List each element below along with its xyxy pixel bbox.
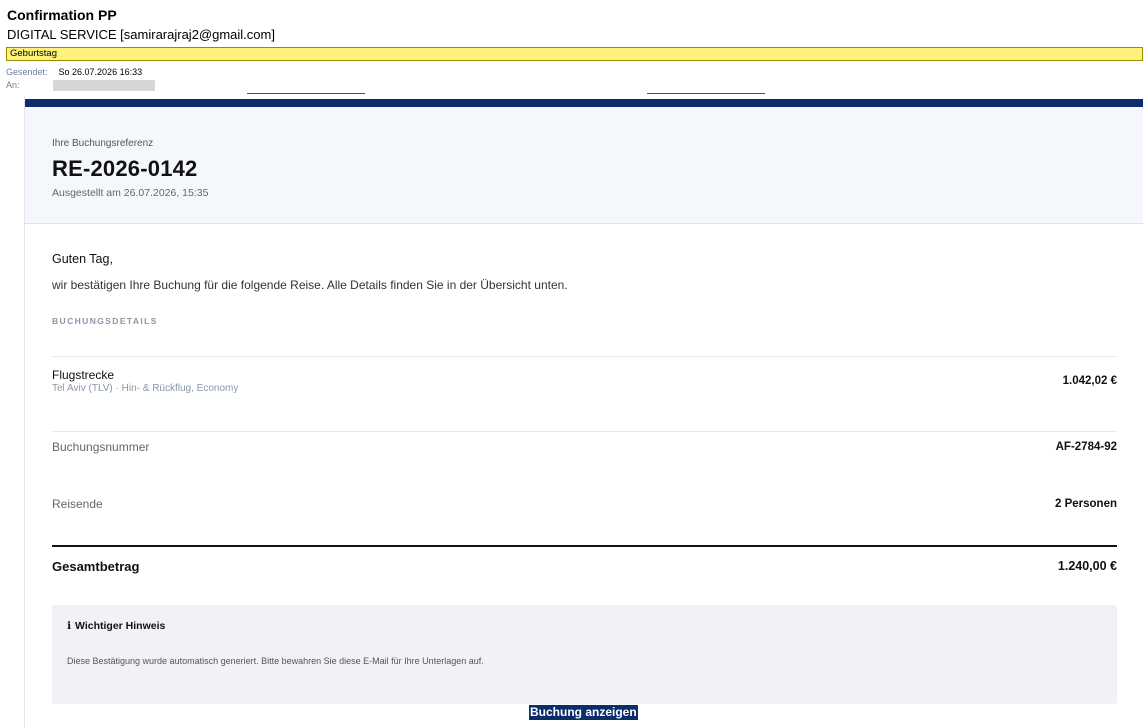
total-value: 1.240,00 € [1057,559,1117,573]
sent-row: Gesendet: So 26.07.2026 16:33 [6,67,142,77]
to-row: An: [6,80,155,92]
category-bar[interactable]: Geburtstag [6,47,1143,61]
notice-title: Wichtiger Hinweis [75,620,166,632]
view-booking-button[interactable]: Buchung anzeigen [529,705,638,720]
reference-label: Ihre Buchungsreferenz [52,138,154,149]
brand-strip [25,99,1143,107]
section-title: BUCHUNGSDETAILS [52,316,158,326]
mail-subject: Confirmation PP [7,7,117,23]
notice-title-row: ℹ︎ Wichtiger Hinweis [67,620,165,632]
issued-date: Ausgestellt am 26.07.2026, 15:35 [52,187,209,199]
category-label: Geburtstag [10,48,57,59]
greeting: Guten Tag, [52,252,113,266]
reference-block: Ihre Buchungsreferenz RE-2026-0142 Ausge… [25,107,1143,224]
left-rail [0,96,25,728]
header-tab-indicator [647,93,765,94]
reference-number: RE-2026-0142 [52,156,198,181]
notice-text: Diese Bestätigung wurde automatisch gene… [67,656,484,666]
total-rule [52,545,1117,547]
row-label-route: Flugstrecke [52,368,115,382]
mail-sender[interactable]: DIGITAL SERVICE [samirarajraj2@gmail.com… [7,27,275,42]
row-value-travelers: 2 Personen [1055,498,1117,510]
row-value-booking-number: AF-2784-92 [1055,441,1117,453]
to-label: An: [6,80,20,90]
recipient-redacted [52,80,155,92]
sent-value: So 26.07.2026 16:33 [58,67,143,77]
header-tab-indicator [247,93,365,94]
intro-text: wir bestätigen Ihre Buchung für die folg… [52,278,568,292]
sent-label: Gesendet: [6,67,48,77]
row-sub-route: Tel Aviv (TLV) · Hin- & Rückflug, Econom… [52,383,239,394]
mail-header: Confirmation PP DIGITAL SERVICE [samirar… [0,0,1143,96]
info-icon: ℹ︎ [67,620,71,632]
row-label-travelers: Reisende [52,497,103,511]
row-divider [52,431,1117,432]
row-value-route: 1.042,02 € [1062,375,1117,387]
row-label-booking-number: Buchungsnummer [52,440,150,454]
total-label: Gesamtbetrag [52,559,140,574]
notice-box: ℹ︎ Wichtiger Hinweis Diese Bestätigung wu… [52,605,1117,704]
row-divider [52,356,1117,357]
